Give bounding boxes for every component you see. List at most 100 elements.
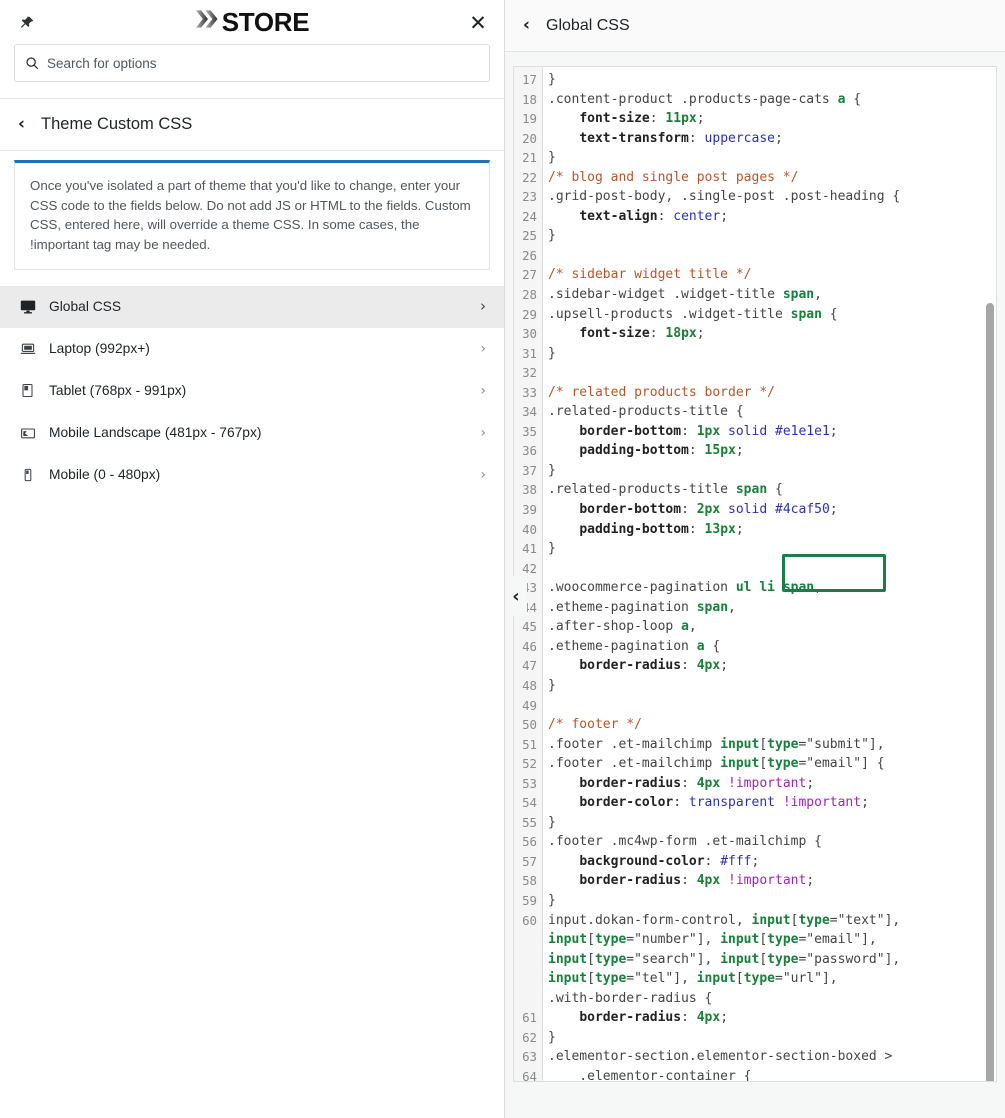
line-number: 34 — [522, 404, 537, 420]
code-area[interactable]: 17 18 19 20 21 22 23 24 25 26 27 28 29 30 31 32 33 34 35 36… — [514, 67, 996, 1081]
search-container — [0, 44, 504, 98]
line-number: 0 — [514, 969, 542, 989]
line-number: 49 — [522, 697, 537, 713]
code-line: .related-products-title span { — [548, 482, 783, 498]
css-scope-menu: Global CSS › Laptop (992px+) › Tablet (7… — [0, 286, 504, 496]
desktop-monitor-icon — [19, 298, 36, 315]
code-line: .elementor-container { — [548, 1068, 752, 1081]
code-line: .with-border-radius { — [548, 990, 713, 1006]
code-line: } — [548, 150, 556, 166]
line-number: 22 — [522, 169, 537, 185]
code-line: .upsell-products .widget-title span { — [548, 306, 838, 322]
code-line: .woocommerce-pagination ul li span, — [548, 580, 822, 596]
search-icon — [26, 57, 39, 70]
tablet-icon — [19, 382, 36, 399]
line-number: 38 — [522, 482, 537, 498]
code-editor[interactable]: 17 18 19 20 21 22 23 24 25 26 27 28 29 30 31 32 33 34 35 36… — [513, 66, 997, 1082]
code-line: .footer .et-mailchimp input[type="email"… — [548, 756, 885, 772]
chevron-right-icon: › — [480, 424, 486, 441]
code-line: } — [548, 892, 556, 908]
code-line: border-radius: 4px; — [579, 658, 729, 674]
line-number: 28 — [522, 287, 537, 303]
chevron-right-icon: › — [480, 382, 486, 399]
line-number: 45 — [522, 619, 537, 635]
sidebar-item-tablet[interactable]: Tablet (768px - 991px) › — [0, 370, 504, 412]
code-line: .content-product .products-page-cats a { — [548, 91, 862, 107]
code-line: input[type="number"], input[type="email"… — [548, 932, 877, 948]
sidebar-item-mobile[interactable]: Mobile (0 - 480px) › — [0, 454, 504, 496]
line-number: 62 — [522, 1029, 537, 1045]
editor-title: Global CSS — [546, 16, 630, 34]
code-line: } — [548, 541, 556, 557]
back-chevron-icon[interactable]: ‹ — [18, 116, 25, 133]
notice-text: Once you've isolated a part of theme tha… — [30, 178, 471, 252]
line-number: 0 — [514, 950, 542, 970]
sidebar-item-mobile-landscape[interactable]: Mobile Landscape (481px - 767px) › — [0, 412, 504, 454]
line-number: 31 — [522, 345, 537, 361]
chevron-right-icon: › — [480, 297, 486, 316]
line-number: 25 — [522, 228, 537, 244]
line-number: 35 — [522, 423, 537, 439]
line-number: 29 — [522, 306, 537, 322]
code-line: /* blog and single post pages */ — [548, 169, 799, 185]
code-line: .after-shop-loop a, — [548, 619, 697, 635]
line-number: 64 — [522, 1068, 537, 1081]
collapse-panel-chevron-icon[interactable]: ‹ — [505, 576, 527, 616]
code-line: /* related products border */ — [548, 384, 775, 400]
pin-icon[interactable] — [14, 12, 38, 34]
customizer-sidebar: STORE ✕ ‹ Theme Custom CSS Once you've i… — [0, 0, 505, 1118]
line-number: 36 — [522, 443, 537, 459]
line-number: 61 — [522, 1010, 537, 1026]
code-line: .elementor-section.elementor-section-box… — [548, 1049, 893, 1065]
line-number: 0 — [514, 930, 542, 950]
code-line: /* sidebar widget title */ — [548, 267, 752, 283]
close-icon[interactable]: ✕ — [466, 11, 490, 35]
line-number: 58 — [522, 873, 537, 889]
line-number: 40 — [522, 521, 537, 537]
search-input[interactable] — [47, 55, 479, 71]
editor-back-chevron-icon[interactable]: ‹ — [523, 17, 530, 34]
code-line: } — [548, 814, 556, 830]
search-box[interactable] — [14, 44, 490, 82]
code-line: .footer .mc4wp-form .et-mailchimp { — [548, 834, 822, 850]
line-number: 24 — [522, 208, 537, 224]
line-number: 54 — [522, 795, 537, 811]
code-line: text-transform: uppercase; — [579, 130, 783, 146]
code-line: border-bottom: 2px solid #4caf50; — [579, 502, 838, 518]
code-line: padding-bottom: 13px; — [579, 521, 744, 537]
info-notice: Once you've isolated a part of theme tha… — [14, 160, 490, 271]
line-number: 55 — [522, 814, 537, 830]
line-number: 59 — [522, 892, 537, 908]
code-line: } — [548, 72, 556, 87]
code-line: font-size: 11px; — [579, 111, 705, 127]
section-header: ‹ Theme Custom CSS — [0, 98, 504, 151]
code-line: background-color: #fff; — [579, 853, 760, 869]
line-number: 41 — [522, 541, 537, 557]
code-line: .footer .et-mailchimp input[type="submit… — [548, 736, 885, 752]
sidebar-item-global-css[interactable]: Global CSS › — [0, 286, 504, 329]
brand-logo: STORE — [195, 7, 310, 38]
brand-name: STORE — [221, 6, 310, 37]
line-number: 39 — [522, 502, 537, 518]
line-number: 19 — [522, 111, 537, 127]
code-content[interactable]: } .content-product .products-page-cats a … — [543, 67, 996, 1081]
line-number: 33 — [522, 384, 537, 400]
css-editor-panel: ‹ Global CSS 17 18 19 20 21 22 23 24 25 26 27 28 29 3… — [505, 0, 1005, 1118]
mobile-icon — [19, 466, 36, 483]
line-number: 57 — [522, 853, 537, 869]
code-line: } — [548, 345, 556, 361]
mobile-landscape-icon — [19, 424, 36, 441]
sidebar-item-label: Tablet (768px - 991px) — [49, 383, 187, 399]
line-number: 60 — [522, 912, 537, 928]
sidebar-item-label: Laptop (992px+) — [49, 341, 150, 357]
code-line: .sidebar-widget .widget-title span, — [548, 287, 822, 303]
code-line: border-radius: 4px !important; — [579, 775, 815, 791]
code-line: .etheme-pagination a { — [548, 638, 721, 654]
code-line: border-radius: 4px !important; — [579, 873, 815, 889]
editor-vertical-scrollbar[interactable] — [986, 303, 994, 1081]
customizer-window: STORE ✕ ‹ Theme Custom CSS Once you've i… — [0, 0, 1005, 1118]
line-number: 46 — [522, 638, 537, 654]
line-number: 32 — [522, 365, 537, 381]
sidebar-item-laptop[interactable]: Laptop (992px+) › — [0, 328, 504, 370]
